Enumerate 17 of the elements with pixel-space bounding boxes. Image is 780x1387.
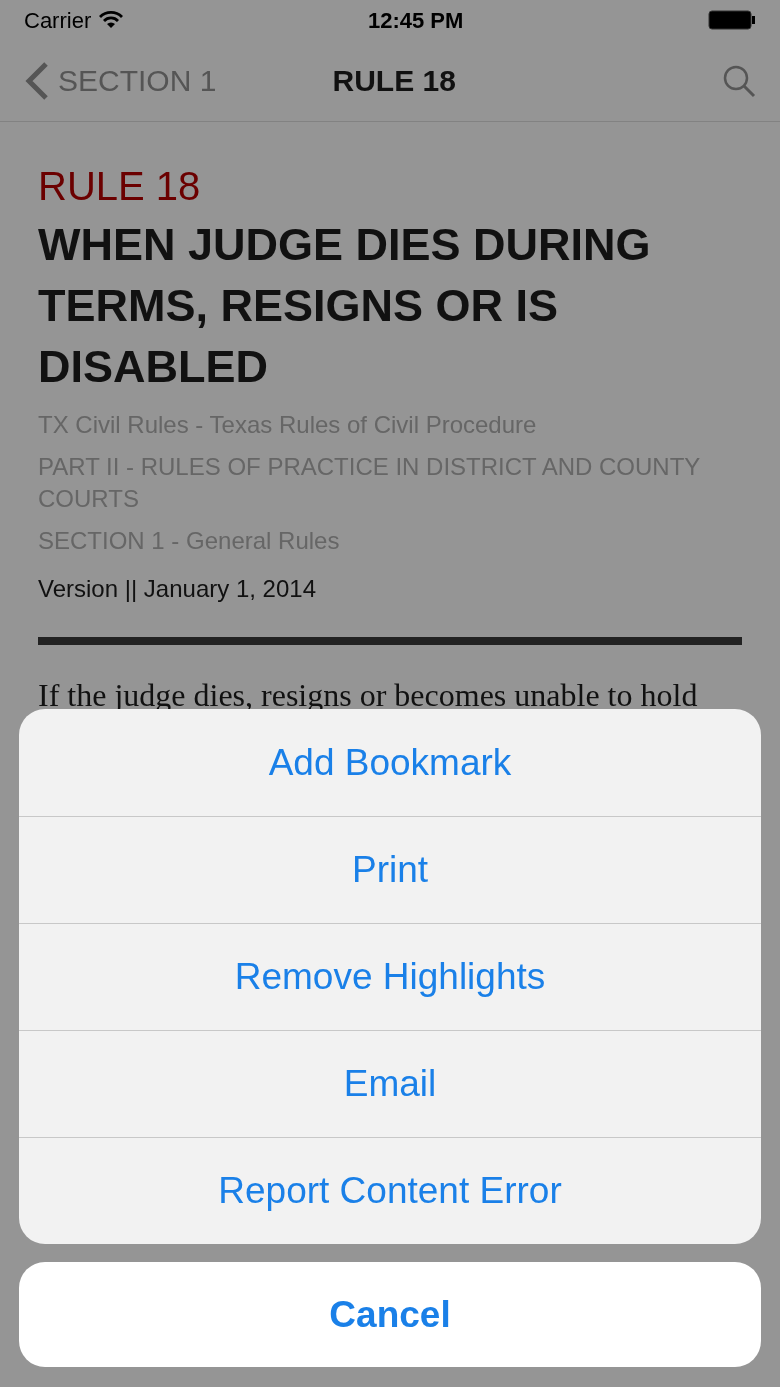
action-button[interactable]: Email <box>19 1030 761 1137</box>
rule-number: RULE 18 <box>38 163 202 210</box>
clock: 12:45 PM <box>367 6 464 35</box>
search-icon[interactable] <box>722 63 756 98</box>
wifi-icon <box>99 11 124 29</box>
rule-title: WHEN JUDGE DIES DURING TERMS, RESIGNS OR IS DISABLED <box>38 218 652 394</box>
carrier: Carrier <box>24 3 124 37</box>
nav-title: RULE 18 <box>332 63 456 99</box>
cancel-button[interactable]: Cancel <box>19 1262 761 1367</box>
action-button[interactable]: Add Bookmark <box>19 709 761 816</box>
chevron-left-icon <box>24 60 50 101</box>
action-button[interactable]: Report Content Error <box>19 1137 761 1244</box>
action-button[interactable]: Print <box>19 816 761 923</box>
action-button[interactable]: Remove Highlights <box>19 923 761 1030</box>
back-button[interactable]: SECTION 1 <box>24 58 217 103</box>
version: Version || January 1, 2014 <box>38 574 317 604</box>
battery-icon <box>708 10 756 30</box>
